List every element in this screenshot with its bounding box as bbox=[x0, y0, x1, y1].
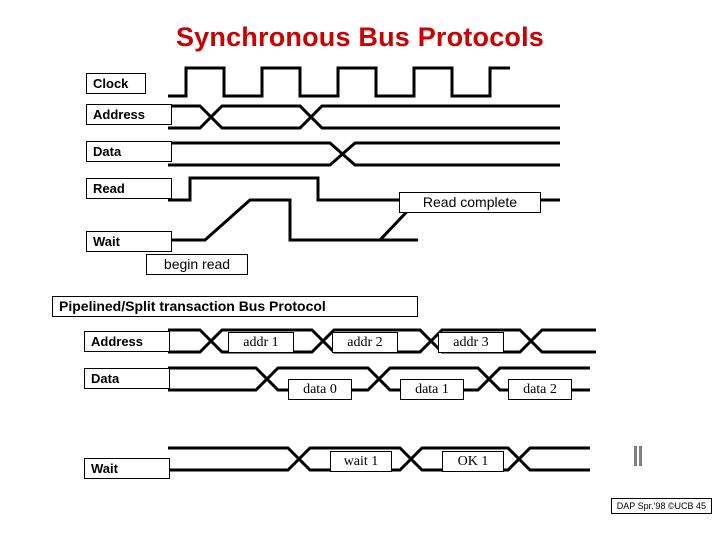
value-data-0: data 0 bbox=[288, 379, 352, 400]
value-ok-1: OK 1 bbox=[442, 451, 504, 472]
annotation-begin-read: begin read bbox=[146, 254, 248, 275]
signal-label-address-2: Address bbox=[84, 331, 170, 352]
section-heading-pipelined: Pipelined/Split transaction Bus Protocol bbox=[52, 296, 418, 317]
signal-label-clock: Clock bbox=[86, 73, 146, 94]
signal-label-data: Data bbox=[86, 141, 172, 162]
value-data-1: data 1 bbox=[400, 379, 464, 400]
page-title: Synchronous Bus Protocols bbox=[175, 22, 545, 52]
annotation-read-complete: Read complete bbox=[399, 192, 541, 213]
signal-label-read: Read bbox=[86, 178, 172, 199]
scroll-mark bbox=[634, 446, 637, 466]
signal-label-wait-2: Wait bbox=[84, 458, 170, 479]
value-addr-1: addr 1 bbox=[228, 332, 294, 353]
signal-label-data-2: Data bbox=[84, 368, 170, 389]
signal-label-wait: Wait bbox=[86, 231, 172, 252]
slide: Synchronous Bus Protocols Clock Address … bbox=[0, 0, 720, 540]
value-data-2: data 2 bbox=[508, 379, 572, 400]
scroll-mark bbox=[639, 446, 642, 466]
value-addr-2: addr 2 bbox=[332, 332, 398, 353]
value-wait-1: wait 1 bbox=[330, 451, 392, 472]
value-addr-3: addr 3 bbox=[438, 332, 504, 353]
footer-credit: DAP Spr.'98 ©UCB 45 bbox=[610, 498, 712, 514]
signal-label-address: Address bbox=[86, 104, 172, 125]
